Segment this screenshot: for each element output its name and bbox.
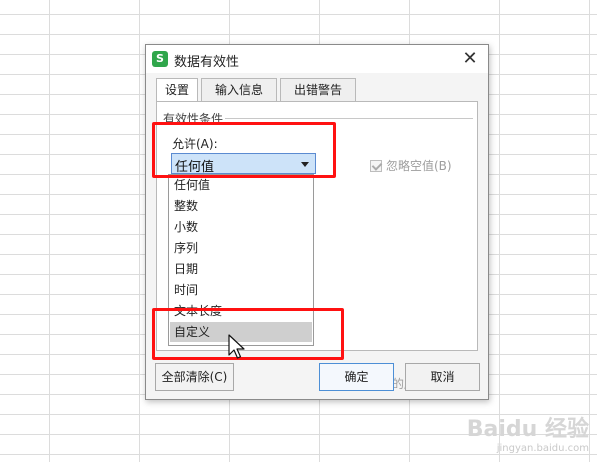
checkbox-checked-icon — [370, 160, 382, 172]
dropdown-option-integer[interactable]: 整数 — [170, 196, 312, 216]
baidu-jingyan-watermark: Baidu 经验 jingyan.baidu.com — [467, 411, 589, 454]
mouse-pointer-icon — [228, 334, 245, 359]
clear-all-button[interactable]: 全部清除(C) — [155, 363, 234, 391]
tab-settings[interactable]: 设置 — [156, 78, 198, 103]
dropdown-option-decimal[interactable]: 小数 — [170, 217, 312, 237]
cancel-button[interactable]: 取消 — [405, 363, 480, 391]
dialog-titlebar: S 数据有效性 ✕ — [146, 45, 488, 73]
close-icon[interactable]: ✕ — [458, 47, 482, 71]
dropdown-option-date[interactable]: 日期 — [170, 259, 312, 279]
dropdown-option-any[interactable]: 任何值 — [170, 175, 312, 195]
highlight-box-custom — [152, 308, 344, 360]
dialog-title: 数据有效性 — [174, 55, 240, 70]
watermark-main: Baidu 经验 — [466, 417, 589, 442]
tab-input-message[interactable]: 输入信息 — [201, 78, 277, 102]
tab-error-alert[interactable]: 出错警告 — [280, 78, 356, 102]
ignore-blank-checkbox[interactable]: 忽略空值(B) — [370, 157, 452, 174]
highlight-box-allow — [152, 122, 336, 178]
ignore-blank-label: 忽略空值(B) — [386, 159, 452, 173]
dropdown-option-list[interactable]: 序列 — [170, 238, 312, 258]
dropdown-option-time[interactable]: 时间 — [170, 280, 312, 300]
section-divider — [225, 118, 473, 119]
ok-button[interactable]: 确定 — [319, 363, 394, 391]
watermark-url: jingyan.baidu.com — [496, 443, 589, 454]
wps-app-icon: S — [152, 51, 168, 67]
